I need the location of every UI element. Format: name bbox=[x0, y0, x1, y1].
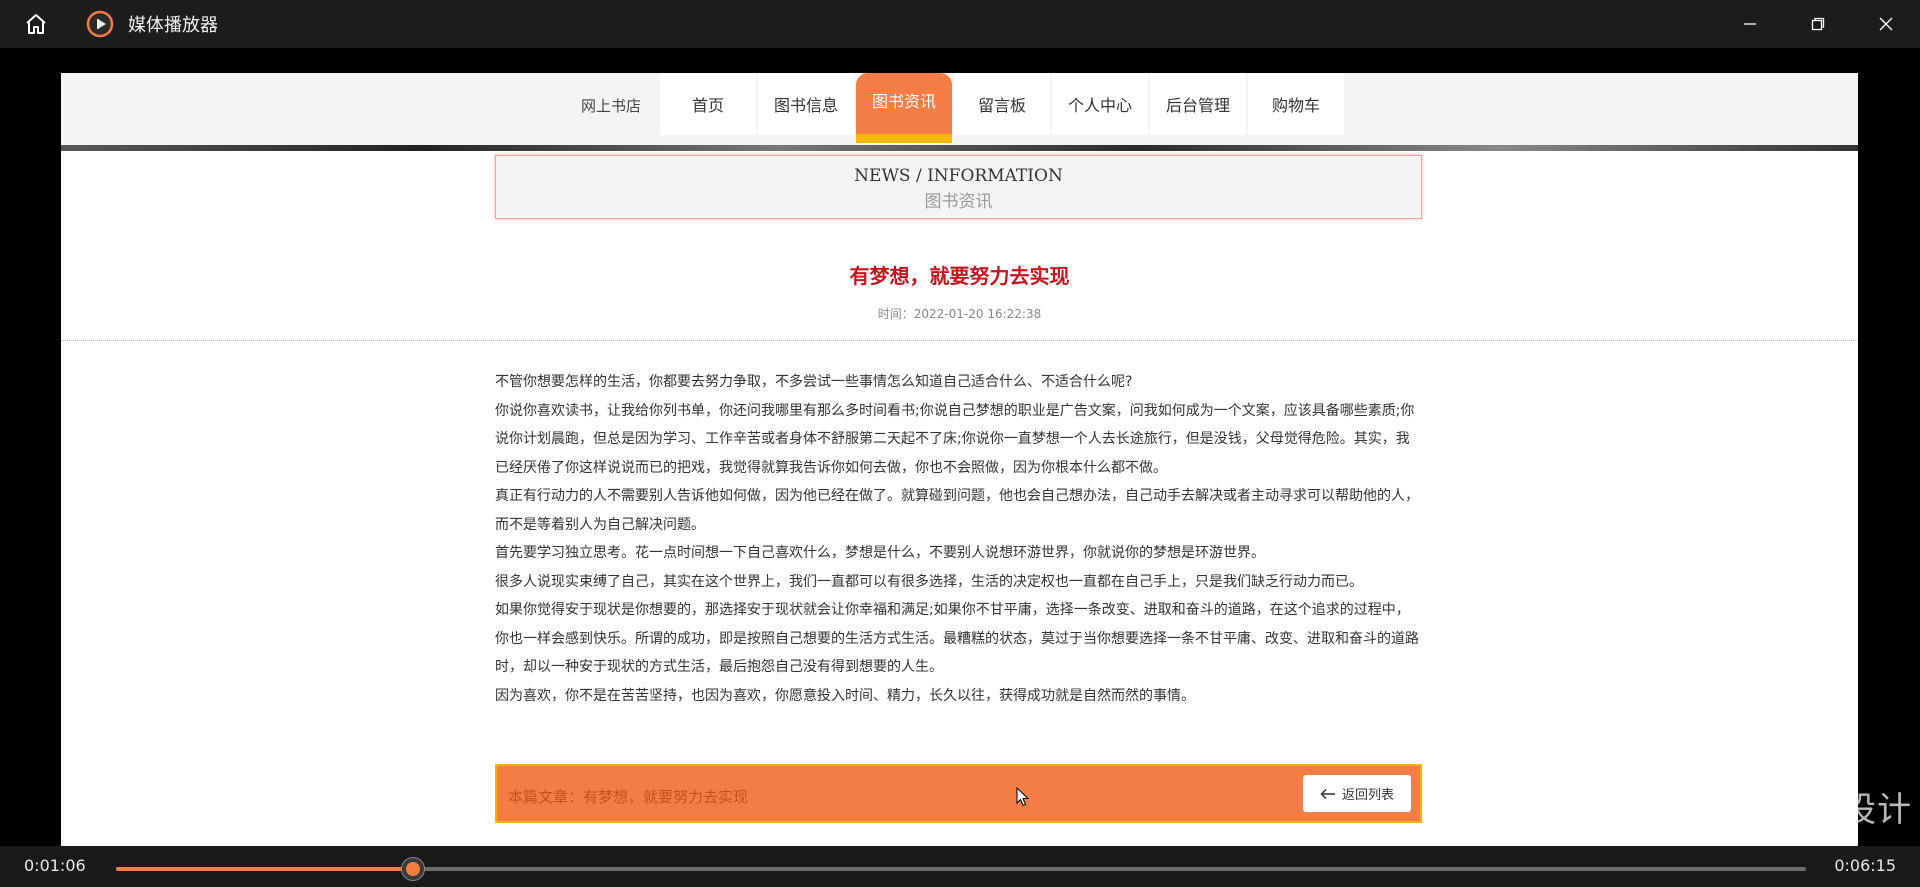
nav-item-2[interactable]: 图书资讯 bbox=[856, 73, 952, 143]
close-icon[interactable] bbox=[1852, 0, 1920, 48]
article-paragraph: 你说你喜欢读书，让我给你列书单，你还问我哪里有那么多时间看书;你说自己梦想的职业… bbox=[495, 402, 1415, 476]
nav-item-1[interactable]: 图书信息 bbox=[758, 73, 854, 135]
article-title: 有梦想，就要努力去实现 bbox=[849, 264, 1070, 288]
nav-item-0[interactable]: 首页 bbox=[660, 73, 756, 135]
arrow-left-icon bbox=[1320, 788, 1335, 799]
back-to-list-button[interactable]: 返回列表 bbox=[1303, 775, 1411, 812]
article-time: 时间：2022-01-20 16:22:38 bbox=[877, 307, 1042, 321]
site-navbar: 网上书店 首页 图书信息 图书资讯 留言板 个人中心 后台管理 购物车 bbox=[61, 73, 1858, 145]
restore-icon[interactable] bbox=[1784, 0, 1852, 48]
article-body: 不管你想要怎样的生活，你都要去努力争取，不多尝试一些事情怎么知道自己适合什么、不… bbox=[495, 368, 1422, 710]
media-player-logo bbox=[86, 10, 114, 38]
home-icon[interactable] bbox=[18, 6, 54, 42]
nav-item-4[interactable]: 个人中心 bbox=[1052, 73, 1148, 135]
total-time: 0:06:15 bbox=[1834, 856, 1896, 875]
web-page: 网上书店 首页 图书信息 图书资讯 留言板 个人中心 后台管理 购物车 NEWS / INF… bbox=[61, 73, 1858, 846]
current-article-label: 本篇文章：有梦想，就要努力去实现 bbox=[508, 788, 749, 806]
nav-item-5[interactable]: 后台管理 bbox=[1150, 73, 1246, 135]
section-title-zh: 图书资讯 bbox=[924, 192, 993, 212]
nav-item-3[interactable]: 留言板 bbox=[954, 73, 1050, 135]
banner-strip bbox=[61, 145, 1858, 151]
minimize-icon[interactable] bbox=[1716, 0, 1784, 48]
window-title: 媒体播放器 bbox=[128, 15, 218, 36]
section-header: NEWS / INFORMATION 图书资讯 bbox=[495, 155, 1422, 219]
seek-bar[interactable] bbox=[116, 858, 1806, 880]
article-paragraph: 如果你觉得安于现状是你想要的，那选择安于现状就会让你幸福和满足;如果你不甘平庸，… bbox=[495, 602, 1419, 675]
site-brand: 网上书店 bbox=[581, 97, 642, 115]
article-paragraph: 首先要学习独立思考。花一点时间想一下自己喜欢什么，梦想是什么，不要别人说想环游世… bbox=[495, 545, 1265, 561]
video-area: 网上书店 首页 图书信息 图书资讯 留言板 个人中心 后台管理 购物车 NEWS / INF… bbox=[0, 48, 1920, 846]
back-to-list-label: 返回列表 bbox=[1341, 788, 1394, 803]
current-time: 0:01:06 bbox=[24, 856, 86, 875]
article-footer-bar: 本篇文章：有梦想，就要努力去实现 返回列表 bbox=[495, 764, 1422, 823]
nav-menu: 首页 图书信息 图书资讯 留言板 个人中心 后台管理 购物车 bbox=[660, 73, 1346, 143]
player-controls: 0:01:06 0:06:15 bbox=[0, 846, 1920, 887]
window-controls bbox=[1716, 0, 1920, 48]
watermark: CSDN @婉清计算机毕业设计 bbox=[1449, 790, 1912, 830]
article-paragraph: 不管你想要怎样的生活，你都要去努力争取，不多尝试一些事情怎么知道自己适合什么、不… bbox=[495, 374, 1133, 390]
article-paragraph: 真正有行动力的人不需要别人告诉他如何做，因为他已经在做了。就算碰到问题，他也会自… bbox=[495, 488, 1419, 533]
article-paragraph: 因为喜欢，你不是在苦苦坚持，也因为喜欢，你愿意投入时间、精力，长久以往，获得成功… bbox=[495, 687, 1195, 704]
seek-thumb[interactable] bbox=[402, 858, 425, 880]
seek-bar-progress bbox=[116, 867, 414, 871]
nav-item-6[interactable]: 购物车 bbox=[1248, 73, 1344, 135]
title-bar: 媒体播放器 bbox=[0, 0, 1920, 48]
mouse-cursor-icon bbox=[1016, 786, 1030, 811]
article-paragraph: 很多人说现实束缚了自己，其实在这个世界上，我们一直都可以有很多选择，生活的决定权… bbox=[495, 573, 1363, 590]
divider bbox=[61, 340, 1858, 341]
section-title-en: NEWS / INFORMATION bbox=[854, 166, 1063, 186]
